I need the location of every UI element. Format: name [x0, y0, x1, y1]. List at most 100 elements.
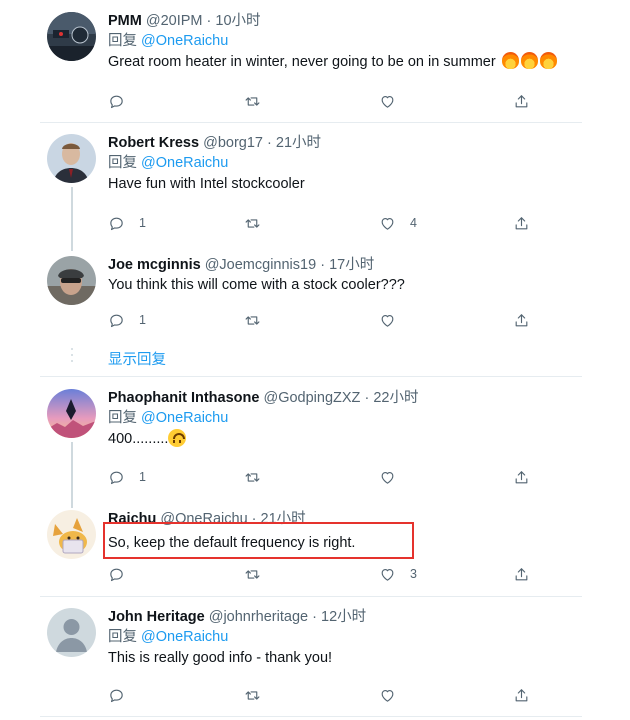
fire-emoji-icon	[501, 52, 519, 69]
share-icon	[513, 469, 530, 486]
timestamp[interactable]: 22小时	[373, 390, 418, 406]
mention-link[interactable]: @OneRaichu	[141, 33, 228, 49]
tweet-text: Great room heater in winter, never going…	[108, 52, 572, 73]
like-count: 3	[410, 567, 417, 581]
avatar[interactable]	[47, 256, 96, 305]
display-name[interactable]: Joe mcginnis	[108, 257, 201, 273]
action-bar: 1 4	[108, 213, 538, 233]
mention-link[interactable]: @OneRaichu	[141, 629, 228, 645]
reply-button[interactable]: 1	[108, 467, 146, 487]
share-button[interactable]	[513, 564, 530, 584]
separator-dot: ·	[320, 257, 326, 273]
retweet-button[interactable]	[244, 91, 261, 111]
avatar[interactable]	[47, 510, 96, 559]
timestamp[interactable]: 17小时	[329, 257, 374, 273]
tweet-header: John Heritage @johnrheritage · 12小时	[108, 608, 572, 627]
like-icon	[379, 687, 396, 704]
tweet-item[interactable]: Robert Kress @borg17 · 21小时 回复 @OneRaich…	[40, 134, 582, 234]
reply-icon	[108, 215, 125, 232]
replying-prefix: 回复	[108, 629, 137, 645]
like-button[interactable]	[379, 685, 396, 705]
reply-button[interactable]	[108, 91, 139, 111]
tweet-header: Joe mcginnis @Joemcginnis19 · 17小时	[108, 256, 572, 275]
divider	[40, 376, 582, 377]
like-icon	[379, 93, 396, 110]
separator-dot: ·	[312, 609, 317, 625]
mention-link[interactable]: @OneRaichu	[141, 155, 228, 171]
like-button[interactable]	[379, 467, 396, 487]
tweet-item[interactable]: PMM @20IPM · 10小时 回复 @OneRaichu Great ro…	[40, 12, 582, 122]
avatar[interactable]	[47, 389, 96, 438]
tweet-header: PMM @20IPM · 10小时	[108, 12, 572, 31]
timestamp[interactable]: 21小时	[276, 135, 321, 151]
share-button[interactable]	[513, 213, 530, 233]
user-handle[interactable]: @johnrheritage	[209, 609, 308, 625]
user-handle[interactable]: @20IPM	[146, 13, 203, 29]
thread-dots	[70, 348, 74, 366]
like-button[interactable]: 4	[379, 213, 417, 233]
retweet-button[interactable]	[244, 310, 261, 330]
action-bar: 3	[108, 564, 538, 584]
retweet-icon	[244, 687, 261, 704]
retweet-button[interactable]	[244, 467, 261, 487]
mention-link[interactable]: @OneRaichu	[141, 410, 228, 426]
avatar[interactable]	[47, 134, 96, 183]
like-icon	[379, 566, 396, 583]
tweet-text: This is really good info - thank you!	[108, 650, 333, 666]
avatar[interactable]	[47, 12, 96, 61]
share-icon	[513, 215, 530, 232]
reply-feed: PMM @20IPM · 10小时 回复 @OneRaichu Great ro…	[40, 0, 582, 720]
reply-button[interactable]	[108, 564, 125, 584]
share-icon	[513, 93, 530, 110]
replying-prefix: 回复	[108, 33, 137, 49]
separator-dot: ·	[267, 135, 272, 151]
like-count: 4	[410, 216, 417, 230]
replying-to: 回复 @OneRaichu	[108, 408, 572, 429]
retweet-button[interactable]	[244, 564, 261, 584]
fire-emoji-icon	[520, 52, 538, 69]
share-button[interactable]	[513, 310, 530, 330]
tweet-text-content: Great room heater in winter, never going…	[108, 54, 496, 70]
thread-connector	[71, 187, 73, 251]
reply-button[interactable]	[108, 685, 125, 705]
display-name[interactable]: Robert Kress	[108, 135, 199, 151]
reply-icon	[108, 469, 125, 486]
tweet-item[interactable]: Joe mcginnis @Joemcginnis19 · 17小时 You t…	[40, 256, 582, 346]
share-icon	[513, 566, 530, 583]
separator-dot: ·	[364, 390, 370, 406]
tweet-header: Phaophanit Inthasone @GodpingZXZ · 22小时	[108, 389, 572, 408]
share-button[interactable]	[513, 91, 530, 111]
like-button[interactable]	[379, 91, 396, 111]
replying-to: 回复 @OneRaichu	[108, 153, 572, 174]
like-button[interactable]	[379, 310, 396, 330]
fire-emoji-icon	[539, 52, 557, 69]
show-replies-link[interactable]: 显示回复	[108, 348, 166, 369]
reply-icon	[108, 312, 125, 329]
replying-prefix: 回复	[108, 410, 137, 426]
like-button[interactable]: 3	[379, 564, 417, 584]
user-handle[interactable]: @GodpingZXZ	[263, 390, 360, 406]
timestamp[interactable]: 12小时	[321, 609, 366, 625]
like-icon	[379, 215, 396, 232]
share-button[interactable]	[513, 467, 530, 487]
retweet-button[interactable]	[244, 213, 261, 233]
retweet-button[interactable]	[244, 685, 261, 705]
reply-button[interactable]: 1	[108, 213, 146, 233]
tweet-text: You think this will come with a stock co…	[108, 277, 405, 293]
reply-icon	[108, 687, 125, 704]
share-button[interactable]	[513, 685, 530, 705]
reply-icon	[108, 566, 125, 583]
timestamp[interactable]: 10小时	[215, 13, 260, 29]
display-name[interactable]: Phaophanit Inthasone	[108, 390, 259, 406]
avatar[interactable]	[47, 608, 96, 657]
reply-button[interactable]: 1	[108, 310, 146, 330]
display-name[interactable]: John Heritage	[108, 609, 205, 625]
action-bar: 1	[108, 467, 538, 487]
display-name[interactable]: PMM	[108, 13, 142, 29]
user-handle[interactable]: @borg17	[203, 135, 263, 151]
user-handle[interactable]: @Joemcginnis19	[205, 257, 316, 273]
tweet-item[interactable]: John Heritage @johnrheritage · 12小时 回复 @…	[40, 608, 582, 713]
tweet-text: Have fun with Intel stockcooler	[108, 176, 305, 192]
replying-prefix: 回复	[108, 155, 137, 171]
tweet-item[interactable]: Phaophanit Inthasone @GodpingZXZ · 22小时 …	[40, 389, 582, 489]
